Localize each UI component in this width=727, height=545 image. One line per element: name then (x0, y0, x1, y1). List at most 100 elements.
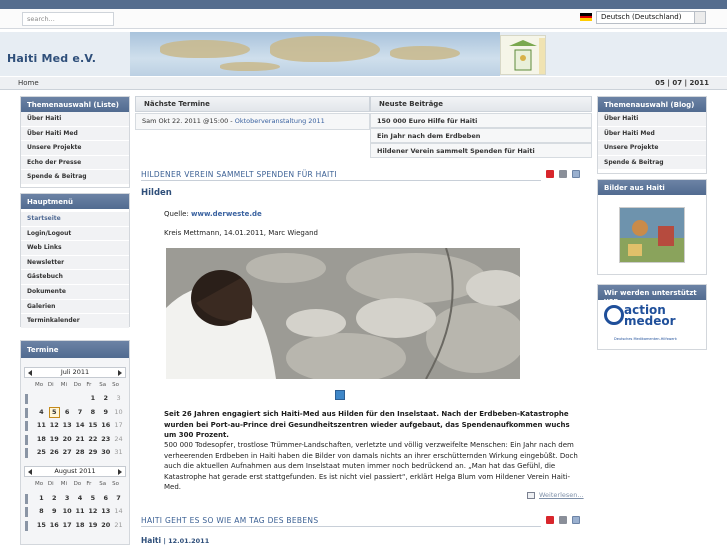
nav-item-ueber-haiti-med[interactable]: Über Haiti Med (21, 126, 129, 142)
calendar-day[interactable]: 10 (61, 505, 74, 519)
calendar-day[interactable]: 21 (74, 433, 87, 447)
calendar-day[interactable]: 11 (35, 419, 48, 433)
zoom-icon[interactable] (335, 390, 345, 400)
event-link[interactable]: Oktoberveranstaltung 2011 (235, 117, 325, 125)
calendar-day[interactable]: 15 (35, 519, 48, 533)
article-heading[interactable]: HAITI GEHT ES SO WIE AM TAG DES BEBENS (141, 516, 318, 525)
nav-item-terminkalender[interactable]: Terminkalender (21, 314, 129, 329)
pdf-icon[interactable] (546, 170, 554, 178)
calendar-day[interactable]: 20 (61, 433, 74, 447)
calendar-day[interactable]: 21 (112, 519, 125, 533)
calendar-day[interactable]: 4 (35, 406, 48, 420)
calendar-day[interactable]: 11 (74, 505, 87, 519)
calendar-day[interactable]: 2 (48, 492, 61, 506)
search-input[interactable]: search... (22, 12, 114, 26)
calendar-day[interactable]: 16 (48, 519, 61, 533)
chevron-left-icon[interactable] (28, 468, 32, 475)
calendar-day[interactable]: 30 (99, 446, 112, 460)
chevron-right-icon[interactable] (118, 468, 122, 475)
calendar-day[interactable]: 1 (35, 492, 48, 506)
article-subtitle: Haiti (141, 536, 162, 545)
site-title[interactable]: Haiti Med e.V. (7, 52, 96, 65)
calendar-day[interactable]: 8 (86, 406, 99, 420)
post-link[interactable]: 150 000 Euro Hilfe für Haiti (370, 113, 592, 128)
calendar-day[interactable]: 17 (112, 419, 125, 433)
post-link[interactable]: Ein Jahr nach dem Erdbeben (370, 128, 592, 143)
calendar-day[interactable]: 1 (86, 392, 99, 406)
calendar-day[interactable]: 8 (35, 505, 48, 519)
calendar-day[interactable]: 10 (112, 406, 125, 420)
nav-item-gaestebuch[interactable]: Gästebuch (21, 270, 129, 285)
nav-item-ueber-haiti[interactable]: Über Haiti (21, 112, 129, 127)
calendar-day[interactable]: 12 (86, 505, 99, 519)
calendar-day[interactable]: 3 (112, 392, 125, 406)
read-more-link[interactable]: Weiterlesen... (539, 491, 584, 499)
calendar-day[interactable]: 3 (61, 492, 74, 506)
calendar-day[interactable]: 19 (48, 433, 61, 447)
language-select[interactable]: Deutsch (Deutschland) (596, 11, 706, 24)
chevron-left-icon[interactable] (28, 370, 32, 376)
email-icon[interactable] (572, 170, 580, 178)
calendar-day[interactable]: 18 (74, 519, 87, 533)
dow-label: Mo (35, 382, 44, 388)
calendar-day[interactable]: 5 (86, 492, 99, 506)
post-link[interactable]: Hildener Verein sammelt Spenden für Hait… (370, 143, 592, 158)
breadcrumb[interactable]: Home (18, 79, 39, 87)
tab-naechste-termine[interactable]: Nächste Termine (135, 96, 370, 112)
calendar-day[interactable]: 7 (74, 406, 87, 420)
nav-item-ueber-haiti-med[interactable]: Über Haiti Med (598, 126, 706, 142)
article-heading[interactable]: HILDENER VEREIN SAMMELT SPENDEN FÜR HAIT… (141, 170, 337, 179)
email-icon[interactable] (572, 516, 580, 524)
calendar-day[interactable]: 14 (112, 505, 125, 519)
calendar-day[interactable]: 25 (35, 446, 48, 460)
print-icon[interactable] (559, 170, 567, 178)
calendar-day[interactable]: 26 (48, 446, 61, 460)
calendar-day[interactable]: 6 (61, 406, 74, 420)
calendar-day[interactable]: 27 (61, 446, 74, 460)
calendar-day[interactable]: 13 (99, 505, 112, 519)
calendar-day[interactable]: 9 (99, 406, 112, 420)
nav-item-web-links[interactable]: Web Links (21, 241, 129, 256)
calendar-day[interactable]: 16 (99, 419, 112, 433)
nav-item-unsere-projekte[interactable]: Unsere Projekte (21, 141, 129, 156)
calendar-day[interactable]: 15 (86, 419, 99, 433)
nav-item-dokumente[interactable]: Dokumente (21, 284, 129, 300)
chevron-right-icon[interactable] (118, 370, 122, 376)
calendar-day[interactable]: 22 (86, 433, 99, 447)
nav-item-echo-der-presse[interactable]: Echo der Presse (21, 155, 129, 171)
calendar-day[interactable]: 20 (99, 519, 112, 533)
nav-item-newsletter[interactable]: Newsletter (21, 255, 129, 271)
calendar-day[interactable]: 17 (61, 519, 74, 533)
calendar-day[interactable]: 24 (112, 433, 125, 447)
nav-item-spende[interactable]: Spende & Beitrag (598, 155, 706, 171)
calendar-day[interactable]: 2 (99, 392, 112, 406)
calendar-day[interactable]: 6 (99, 492, 112, 506)
nav-item-unsere-projekte[interactable]: Unsere Projekte (598, 141, 706, 156)
calendar-day[interactable]: 23 (99, 433, 112, 447)
calendar-day[interactable]: 12 (48, 419, 61, 433)
chevron-down-icon[interactable] (694, 12, 705, 23)
calendar-day[interactable]: 4 (74, 492, 87, 506)
print-icon[interactable] (559, 516, 567, 524)
action-medeor-logo[interactable] (604, 305, 624, 325)
calendar-day[interactable]: 7 (112, 492, 125, 506)
calendar-day[interactable]: 18 (35, 433, 48, 447)
calendar-day[interactable]: 29 (86, 446, 99, 460)
tab-neuste-beitraege[interactable]: Neuste Beiträge (370, 96, 592, 112)
nav-item-login[interactable]: Login/Logout (21, 226, 129, 242)
calendar-day[interactable]: 14 (74, 419, 87, 433)
gallery-thumbnail[interactable] (619, 207, 685, 263)
calendar-day[interactable]: 19 (86, 519, 99, 533)
nav-item-startseite[interactable]: Startseite (21, 212, 129, 227)
nav-item-galerien[interactable]: Galerien (21, 299, 129, 315)
nav-item-ueber-haiti[interactable]: Über Haiti (598, 112, 706, 127)
calendar-day[interactable]: 31 (112, 446, 125, 460)
pdf-icon[interactable] (546, 516, 554, 524)
calendar-day-today[interactable]: 5 (48, 406, 60, 418)
source-link[interactable]: www.derweste.de (191, 210, 262, 218)
nav-item-spende[interactable]: Spende & Beitrag (21, 170, 129, 185)
sponsor-name-line2[interactable]: medeor (624, 315, 676, 327)
calendar-day[interactable]: 13 (61, 419, 74, 433)
calendar-day[interactable]: 28 (74, 446, 87, 460)
calendar-day[interactable]: 9 (48, 505, 61, 519)
